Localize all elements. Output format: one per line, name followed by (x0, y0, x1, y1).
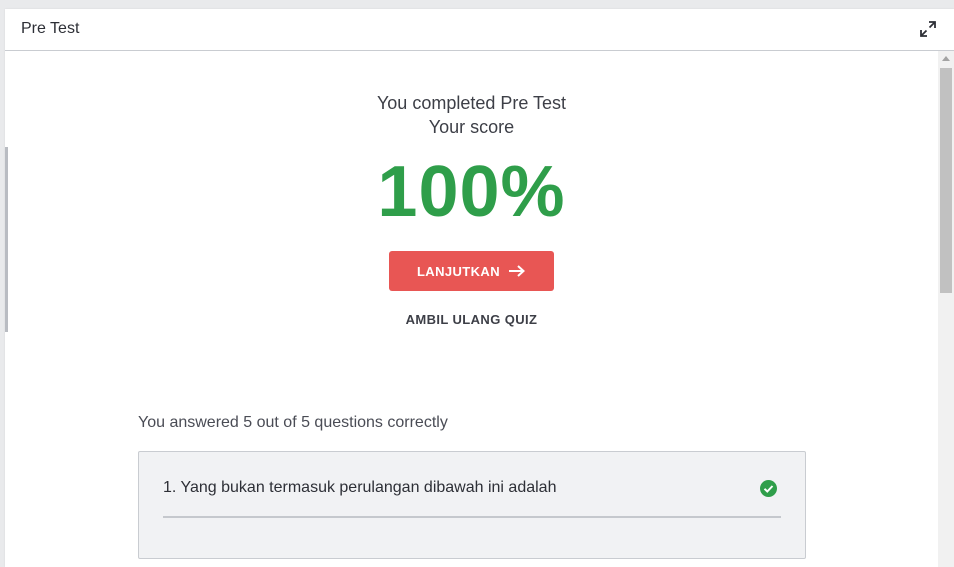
question-text: 1. Yang bukan termasuk perulangan dibawa… (163, 479, 557, 496)
completed-message: You completed Pre Test (376, 93, 567, 113)
panel-content: You completed Pre Test Your score 100% L… (5, 51, 938, 567)
expand-button[interactable] (918, 19, 938, 39)
panel-title: Pre Test (21, 20, 80, 37)
score-value: 100% (377, 152, 566, 232)
continue-button-label: LANJUTKAN (416, 263, 501, 279)
retake-quiz-link[interactable]: AMBIL ULANG QUIZ (5, 312, 938, 327)
score-label: Your score (428, 117, 515, 137)
arrow-right-icon (509, 265, 526, 277)
vertical-scrollbar[interactable] (938, 51, 954, 567)
scrollbar-thumb[interactable] (940, 68, 952, 293)
check-circle-icon (760, 480, 777, 497)
panel-header: Pre Test (5, 9, 954, 51)
question-card[interactable]: 1. Yang bukan termasuk perulangan dibawa… (138, 451, 806, 559)
answers-summary: You answered 5 out of 5 questions correc… (138, 414, 448, 431)
quiz-panel: Pre Test You completed Pre Test Your sco… (5, 9, 954, 567)
continue-button[interactable]: LANJUTKAN (389, 251, 554, 291)
scroll-up-arrow-icon[interactable] (941, 55, 951, 63)
question-divider (163, 516, 781, 518)
expand-icon (920, 21, 936, 37)
